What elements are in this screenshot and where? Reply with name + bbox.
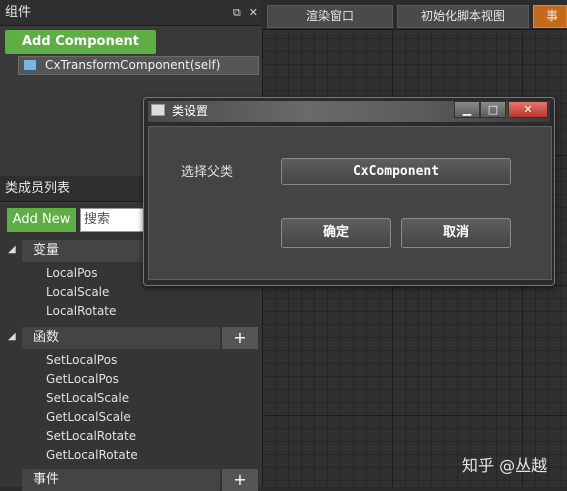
section-events[interactable]: 事件 + [0, 469, 262, 491]
cancel-button[interactable]: 取消 [401, 218, 511, 248]
components-panel-buttons: ⧉ ✕ [233, 0, 258, 26]
tab-bar: 渲染窗口 初始化脚本视图 事 [262, 0, 567, 30]
list-item[interactable]: LocalScale [46, 283, 109, 302]
list-item[interactable]: SetLocalScale [46, 389, 129, 408]
parent-class-label: 选择父类 [181, 165, 234, 180]
add-new-button[interactable]: Add New [7, 208, 76, 232]
maximize-button[interactable]: □ [480, 101, 506, 118]
dialog-title-bar[interactable]: 类设置 ▁ □ ✕ [148, 101, 550, 122]
minimize-button[interactable]: ▁ [454, 101, 480, 118]
list-item[interactable]: SetLocalRotate [46, 427, 136, 446]
component-label: CxTransformComponent(self) [45, 58, 221, 72]
search-input[interactable]: 搜索 [80, 208, 150, 232]
section-functions[interactable]: ◢ 函数 + [0, 327, 262, 349]
ok-button[interactable]: 确定 [281, 218, 391, 248]
list-item[interactable]: GetLocalRotate [46, 446, 138, 465]
list-item[interactable]: GetLocalScale [46, 408, 131, 427]
list-item[interactable]: LocalRotate [46, 302, 116, 321]
close-button[interactable]: ✕ [508, 101, 548, 118]
parent-class-selector[interactable]: CxComponent [281, 158, 511, 185]
window-icon [151, 104, 165, 116]
dialog-body: 选择父类 CxComponent 确定 取消 [148, 126, 552, 280]
collapse-caret-icon[interactable]: ◢ [8, 331, 16, 342]
restore-icon[interactable]: ⧉ [233, 0, 241, 26]
section-label: 变量 [33, 243, 60, 258]
collapse-caret-icon[interactable]: ◢ [8, 244, 16, 255]
tab-active[interactable]: 事 [533, 5, 567, 28]
add-component-button[interactable]: Add Component [5, 30, 156, 54]
components-panel-title-bar: 组件 ⧉ ✕ [0, 0, 262, 26]
close-icon[interactable]: ✕ [249, 0, 258, 26]
dialog-title: 类设置 [172, 104, 209, 118]
tab-render-window[interactable]: 渲染窗口 [267, 5, 393, 28]
component-list-item[interactable]: CxTransformComponent(self) [18, 56, 259, 75]
members-panel-title: 类成员列表 [5, 181, 71, 196]
list-item[interactable]: SetLocalPos [46, 351, 117, 370]
components-panel-title: 组件 [5, 5, 32, 20]
section-label: 函数 [33, 330, 60, 345]
list-item[interactable]: GetLocalPos [46, 370, 119, 389]
add-event-button[interactable]: + [221, 469, 258, 491]
component-icon [23, 59, 37, 71]
tab-init-script-view[interactable]: 初始化脚本视图 [397, 5, 529, 28]
class-settings-dialog: 类设置 ▁ □ ✕ 选择父类 CxComponent 确定 取消 [143, 97, 555, 286]
add-function-button[interactable]: + [221, 327, 258, 349]
watermark: 知乎 @丛越 [462, 456, 548, 475]
section-label: 事件 [33, 472, 60, 487]
list-item[interactable]: LocalPos [46, 264, 98, 283]
